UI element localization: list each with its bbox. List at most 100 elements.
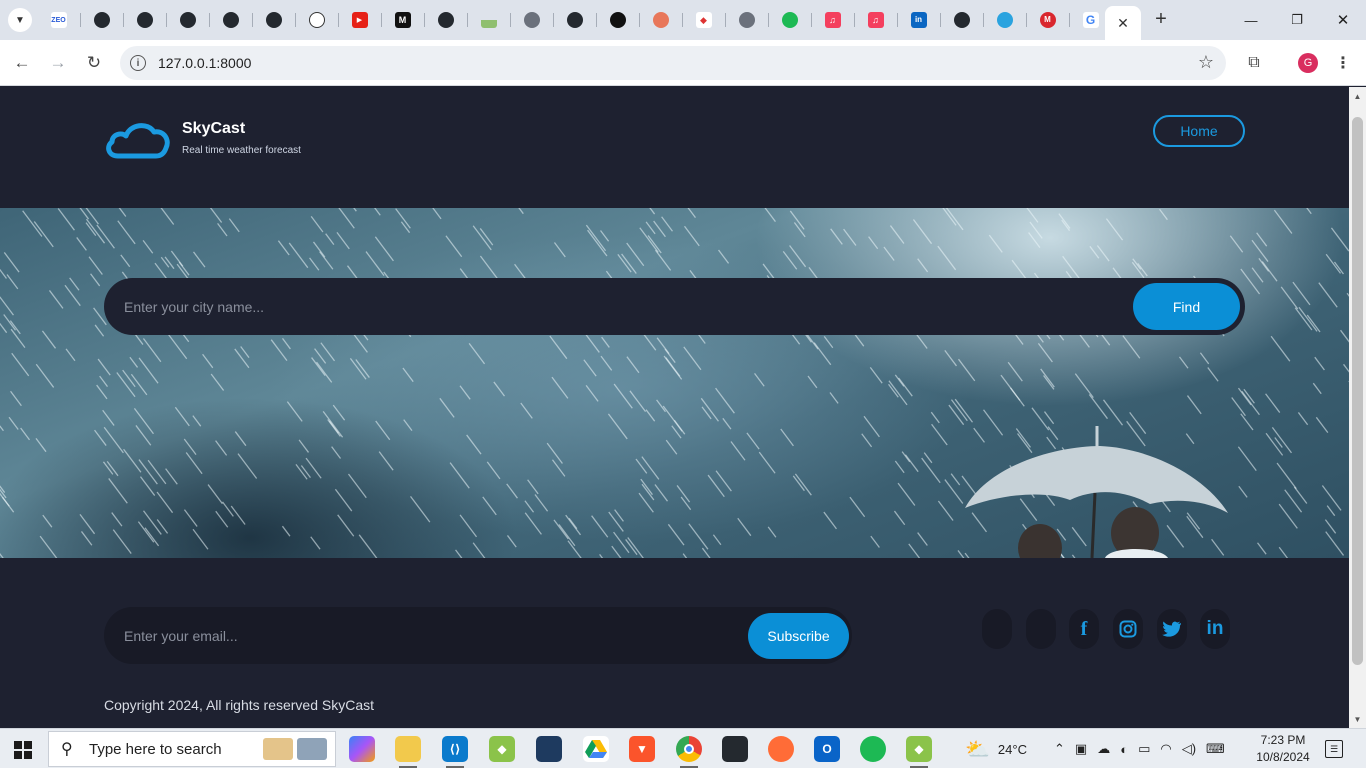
new-tab-icon[interactable]: +: [1150, 8, 1172, 30]
active-tab-close-icon[interactable]: ✕: [1105, 6, 1141, 40]
tab-gem[interactable]: ◆: [682, 6, 725, 34]
brand-tagline: Real time weather forecast: [182, 145, 301, 156]
page-scrollbar[interactable]: ▲ ▼: [1349, 87, 1366, 728]
taskbar-search-box[interactable]: ⚲ Type here to search: [48, 731, 336, 767]
file-explorer-icon[interactable]: [395, 736, 421, 768]
site-info-icon[interactable]: i: [130, 55, 146, 71]
blank-social-icon-2[interactable]: [1026, 609, 1056, 649]
github-icon: [265, 12, 282, 28]
bookmark-star-icon[interactable]: ☆: [1198, 52, 1214, 73]
tab-github-4[interactable]: [209, 6, 252, 34]
browser-menu-icon[interactable]: ⋮: [1334, 51, 1352, 75]
subscribe-button[interactable]: Subscribe: [748, 613, 849, 659]
github-icon: [953, 12, 970, 28]
chrome-icon[interactable]: [676, 736, 702, 768]
volume-icon[interactable]: ◁): [1182, 741, 1196, 757]
rain-background-image: [0, 208, 1349, 558]
github-icon: [437, 12, 454, 28]
tab-github-6[interactable]: [424, 6, 467, 34]
notifications-icon[interactable]: ☰: [1325, 740, 1343, 758]
tab-globe-1[interactable]: [510, 6, 553, 34]
chart-icon: [480, 12, 497, 28]
mysql-workbench-icon[interactable]: [536, 736, 562, 762]
tray-chevron-icon[interactable]: ⌃: [1054, 741, 1065, 757]
weather-widget[interactable]: ⛅ 24°C: [965, 729, 1027, 768]
scroll-down-icon[interactable]: ▼: [1349, 712, 1366, 726]
tab-spotify[interactable]: [768, 6, 811, 34]
wifi-icon[interactable]: ◠: [1160, 741, 1171, 757]
facebook-icon[interactable]: f: [1069, 609, 1099, 649]
spotify-icon: [781, 12, 798, 28]
brave-icon[interactable]: ▼: [629, 736, 655, 762]
instagram-icon[interactable]: [1113, 609, 1143, 649]
weather-temp: 24°C: [997, 741, 1027, 757]
meet-icon[interactable]: ▣: [1075, 741, 1087, 757]
tab-youtube[interactable]: ▶: [338, 6, 381, 34]
tab-music-1[interactable]: ♫: [811, 6, 854, 34]
copyright-text: Copyright 2024, All rights reserved SkyC…: [104, 697, 375, 713]
restore-icon[interactable]: ❐: [1274, 6, 1320, 34]
linkedin-icon: in: [910, 12, 927, 28]
forward-icon[interactable]: →: [46, 51, 70, 75]
city-search-input[interactable]: [124, 296, 1104, 318]
network-cloud-icon[interactable]: ◐: [1120, 742, 1128, 757]
home-button[interactable]: Home: [1153, 115, 1245, 147]
twitter-icon[interactable]: [1157, 609, 1187, 649]
close-window-icon[interactable]: ✕: [1320, 6, 1366, 34]
linkedin-icon[interactable]: in: [1200, 609, 1230, 649]
copilot-icon[interactable]: [349, 736, 375, 762]
onedrive-icon[interactable]: ☁: [1097, 741, 1110, 757]
tab-github-1[interactable]: [80, 6, 123, 34]
keyboard-icon[interactable]: ⌨: [1206, 741, 1225, 757]
tab-github-5[interactable]: [252, 6, 295, 34]
extensions-icon[interactable]: ⧉: [1243, 52, 1265, 74]
tab-chart[interactable]: [467, 6, 510, 34]
tab-github-2[interactable]: [123, 6, 166, 34]
gitkraken-icon[interactable]: ◆: [489, 736, 515, 762]
postman-icon[interactable]: [768, 736, 794, 762]
battery-icon[interactable]: ▭: [1138, 741, 1150, 757]
tab-zeo[interactable]: ZEO: [37, 6, 80, 34]
address-bar[interactable]: i 127.0.0.1:8000 ☆: [120, 46, 1226, 80]
tab-medium[interactable]: M: [381, 6, 424, 34]
gitkraken-2-icon[interactable]: ◆: [906, 736, 932, 768]
windows-start-icon[interactable]: [14, 741, 32, 759]
taskbar-search-text: Type here to search: [89, 740, 222, 758]
back-icon[interactable]: ←: [10, 51, 34, 75]
tab-dark-circle[interactable]: [596, 6, 639, 34]
tab-chatgpt[interactable]: [295, 6, 338, 34]
profile-avatar[interactable]: G: [1298, 53, 1318, 73]
system-tray: ⌃ ▣ ☁ ◐ ▭ ◠ ◁) ⌨: [1054, 729, 1225, 768]
tab-music-2[interactable]: ♫: [854, 6, 897, 34]
hero-banner: Find: [0, 208, 1349, 558]
scroll-thumb[interactable]: [1352, 117, 1363, 665]
blank-social-icon-1[interactable]: [982, 609, 1012, 649]
music-icon: ♫: [824, 12, 841, 28]
minimize-icon[interactable]: —: [1228, 6, 1274, 34]
windows-taskbar: ⚲ Type here to search ⟨⟩ ◆ ▼ O ◆ ⛅ 24°C …: [0, 728, 1366, 768]
vscode-icon[interactable]: ⟨⟩: [442, 736, 468, 768]
tab-telegram[interactable]: [983, 6, 1026, 34]
browser-tab-strip: ▼ ZEO ▶ M ◆ ♫ ♫ in M G ✕ + — ❐ ✕: [0, 0, 1366, 40]
tab-github-3[interactable]: [166, 6, 209, 34]
reload-icon[interactable]: ↻: [82, 51, 106, 75]
tab-globe-2[interactable]: [725, 6, 768, 34]
spotify-taskbar-icon[interactable]: [860, 736, 886, 762]
tab-github-7[interactable]: [553, 6, 596, 34]
find-button[interactable]: Find: [1133, 283, 1240, 330]
tab-linkedin[interactable]: in: [897, 6, 940, 34]
github-icon: [93, 12, 110, 28]
openai-icon: [308, 12, 325, 28]
outlook-icon[interactable]: O: [814, 736, 840, 762]
address-url[interactable]: 127.0.0.1:8000: [158, 55, 251, 71]
google-drive-icon[interactable]: [583, 736, 609, 762]
tab-github-8[interactable]: [940, 6, 983, 34]
email-input[interactable]: [124, 625, 724, 647]
tab-mega[interactable]: M: [1026, 6, 1069, 34]
github-desktop-icon[interactable]: [722, 736, 748, 762]
scroll-up-icon[interactable]: ▲: [1349, 89, 1366, 103]
tab-octopus[interactable]: [639, 6, 682, 34]
tab-search-chevron-icon[interactable]: ▼: [8, 8, 32, 32]
skycast-page: SkyCast Real time weather forecast Home …: [0, 87, 1349, 728]
taskbar-clock[interactable]: 7:23 PM 10/8/2024: [1250, 732, 1316, 766]
